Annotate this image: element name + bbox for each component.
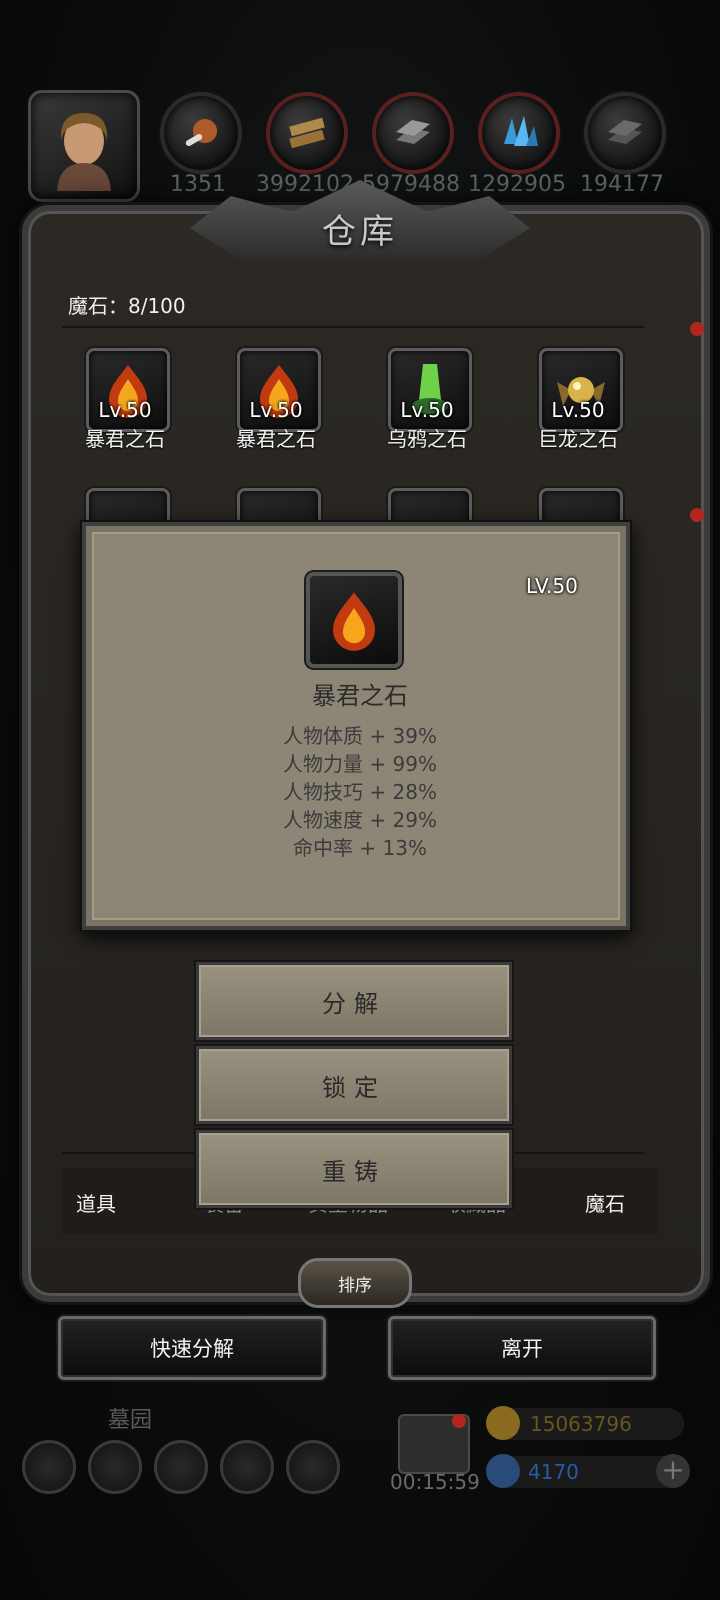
guild-icon[interactable] <box>286 1440 340 1494</box>
location-label: 墓园 <box>108 1408 153 1433</box>
item-name: 暴君之石 <box>236 427 316 451</box>
stat-line: 人物技巧 + 28% <box>283 780 437 804</box>
item-name: 巨龙之石 <box>538 427 618 451</box>
mail-icon[interactable] <box>220 1440 274 1494</box>
item-level: Lv.50 <box>98 398 152 422</box>
castle-icon[interactable] <box>154 1440 208 1494</box>
detail-item-name: 暴君之石 <box>312 682 408 710</box>
quick-decompose-button[interactable]: 快速分解 <box>58 1316 326 1380</box>
decompose-button[interactable]: 分解 <box>196 962 512 1040</box>
stat-line: 人物体质 + 39% <box>283 724 437 748</box>
detail-level: LV.50 <box>526 574 578 598</box>
resource-meat-value: 1351 <box>170 172 226 197</box>
magic-stone-count: 魔石：8/100 <box>68 294 186 318</box>
stat-line: 命中率 + 13% <box>293 836 427 860</box>
item-name: 乌鸦之石 <box>387 427 467 451</box>
player-avatar[interactable] <box>28 90 140 202</box>
stat-line: 人物力量 + 99% <box>283 752 437 776</box>
notification-dot <box>690 508 704 522</box>
item-level: Lv.50 <box>249 398 303 422</box>
sort-button[interactable]: 排序 <box>298 1258 412 1308</box>
resource-wood-icon[interactable] <box>266 92 348 174</box>
portrait-icon <box>57 113 111 191</box>
shield-icon[interactable] <box>88 1440 142 1494</box>
top-divider <box>62 326 644 328</box>
resource-crystal-value: 1292905 <box>468 172 566 197</box>
resource-meat-icon[interactable] <box>160 92 242 174</box>
item-name: 暴君之石 <box>85 427 165 451</box>
stat-line: 人物速度 + 29% <box>283 808 437 832</box>
detail-item-icon <box>306 572 402 668</box>
gem-value: 4170 <box>528 1460 579 1484</box>
gift-timer: 00:15:59 <box>390 1470 480 1494</box>
detail-stats-list: 人物体质 + 39% 人物力量 + 99% 人物技巧 + 28% 人物速度 + … <box>0 722 720 862</box>
lock-button[interactable]: 锁定 <box>196 1046 512 1124</box>
settings-icon[interactable] <box>22 1440 76 1494</box>
leave-button[interactable]: 离开 <box>388 1316 656 1380</box>
resource-iron-icon[interactable] <box>372 92 454 174</box>
resource-stone-icon[interactable] <box>584 92 666 174</box>
notification-dot <box>690 322 704 336</box>
blue-gem-icon <box>486 1454 520 1488</box>
item-level: Lv.50 <box>400 398 454 422</box>
reforge-button[interactable]: 重铸 <box>196 1130 512 1208</box>
tyrant-stone-icon <box>333 592 375 651</box>
resource-crystal-icon[interactable] <box>478 92 560 174</box>
tab-magic-stones[interactable]: 魔石 <box>585 1188 625 1217</box>
tab-items[interactable]: 道具 <box>76 1188 116 1217</box>
add-gems-icon[interactable]: + <box>656 1454 690 1488</box>
gold-value: 15063796 <box>530 1412 632 1436</box>
gift-notification-dot <box>452 1414 466 1428</box>
resource-stone-value: 194177 <box>580 172 664 197</box>
item-level: Lv.50 <box>551 398 605 422</box>
panel-title: 仓库 <box>322 212 398 252</box>
gold-coin-icon <box>486 1406 520 1440</box>
